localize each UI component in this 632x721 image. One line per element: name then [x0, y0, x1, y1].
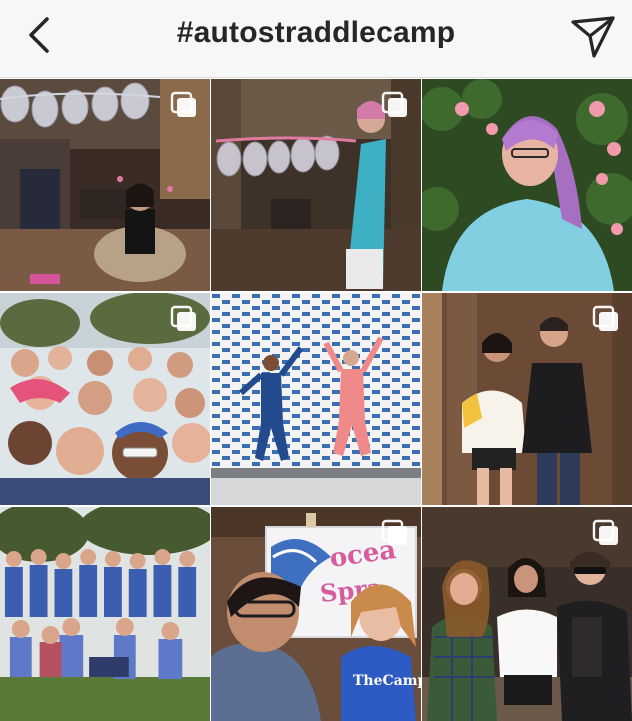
post-thumbnail[interactable]	[211, 79, 421, 291]
photo-tile-wall-jump	[211, 293, 421, 505]
post-thumbnail[interactable]	[0, 507, 210, 721]
post-thumbnail[interactable]	[211, 293, 421, 505]
post-thumbnail[interactable]	[0, 79, 210, 291]
multiple-photos-icon	[381, 519, 407, 545]
post-thumbnail[interactable]	[422, 507, 632, 721]
multiple-photos-icon	[170, 91, 196, 117]
post-thumbnail[interactable]	[422, 293, 632, 505]
photo-large-group-lawn	[0, 507, 210, 721]
svg-text:TheCamp: TheCamp	[353, 673, 421, 689]
post-thumbnail[interactable]	[422, 79, 632, 291]
photo-purple-hair-roses	[422, 79, 632, 291]
paper-plane-icon	[571, 16, 615, 58]
post-thumbnail[interactable]	[0, 293, 210, 505]
multiple-photos-icon	[592, 305, 618, 331]
multiple-photos-icon	[381, 91, 407, 117]
top-nav-bar: #autostraddlecamp	[0, 0, 632, 78]
post-thumbnail[interactable]: ocea Spra TheCamp	[211, 507, 421, 721]
multiple-photos-icon	[170, 305, 196, 331]
share-button[interactable]	[568, 12, 618, 62]
multiple-photos-icon	[592, 519, 618, 545]
photo-grid: ocea Spra TheCamp	[0, 79, 632, 721]
hashtag-title: #autostraddlecamp	[176, 16, 456, 49]
